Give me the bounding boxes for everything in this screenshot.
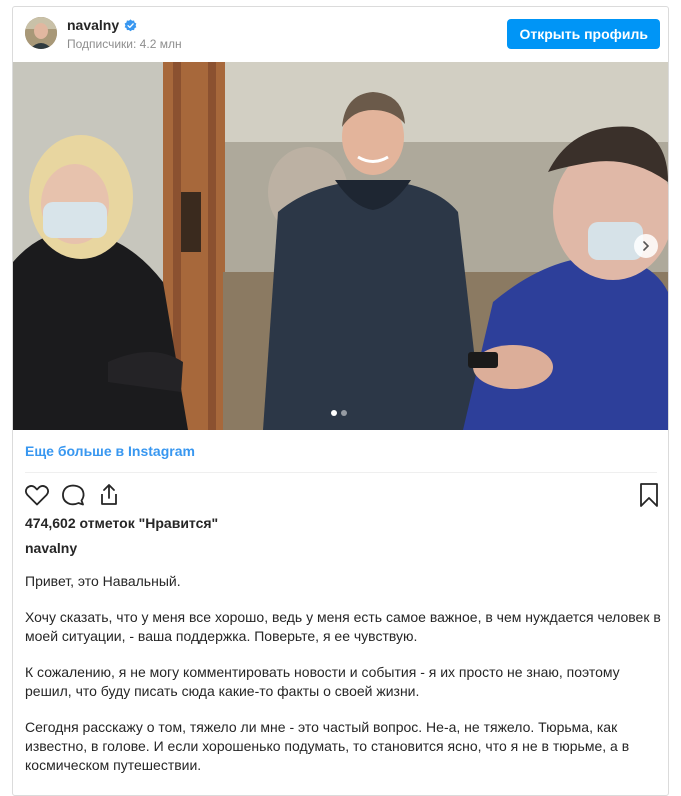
divider (25, 472, 657, 473)
chevron-right-icon (643, 241, 650, 251)
username[interactable]: navalny (67, 17, 119, 33)
carousel-indicator (331, 410, 347, 416)
caption-paragraph: Сегодня расскажу о том, тяжело ли мне - … (25, 719, 630, 773)
carousel-dot (341, 410, 347, 416)
heart-icon[interactable] (23, 481, 51, 509)
caption-paragraph: Хочу сказать, что у меня все хорошо, вед… (25, 609, 661, 644)
share-icon[interactable] (95, 481, 123, 509)
carousel-dot (331, 410, 337, 416)
post-header: navalny Подписчики: 4.2 млн Открыть проф… (13, 7, 668, 62)
carousel-next-button[interactable] (634, 234, 658, 258)
comment-icon[interactable] (59, 481, 87, 509)
instagram-embed-card: navalny Подписчики: 4.2 млн Открыть проф… (12, 6, 669, 796)
caption-paragraph: Привет, это Навальный. (25, 573, 181, 589)
open-profile-button[interactable]: Открыть профиль (507, 19, 660, 49)
verified-badge-icon (124, 18, 137, 31)
caption-author[interactable]: navalny (25, 540, 77, 556)
post-photo[interactable] (13, 62, 668, 430)
username-row: navalny (67, 17, 137, 33)
avatar[interactable] (25, 17, 57, 49)
action-bar (23, 481, 659, 509)
caption-text: Привет, это Навальный. Хочу сказать, что… (25, 572, 661, 792)
likes-count[interactable]: 474,602 отметок "Нравится" (25, 515, 218, 531)
bookmark-icon[interactable] (635, 481, 663, 509)
caption-paragraph: К сожалению, я не могу комментировать но… (25, 664, 620, 699)
courtroom-photo (13, 62, 668, 430)
followers-count: Подписчики: 4.2 млн (67, 37, 182, 51)
view-more-on-instagram-link[interactable]: Еще больше в Instagram (25, 443, 195, 459)
